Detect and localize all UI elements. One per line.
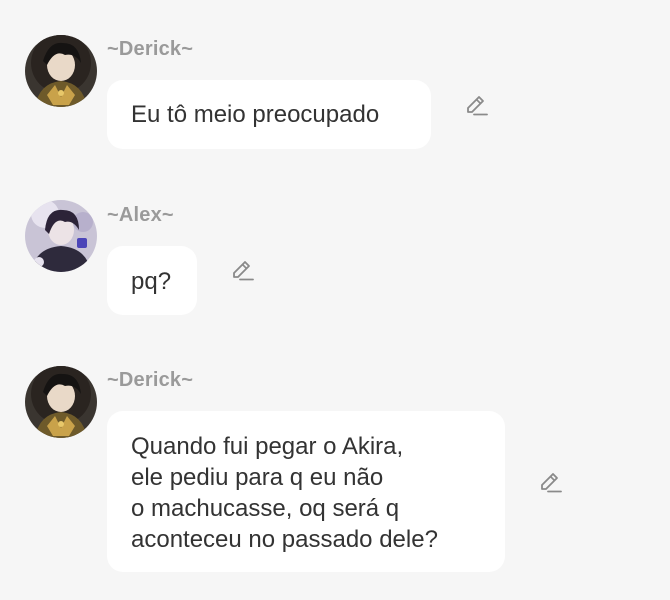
message-author: ~Derick~ (107, 38, 194, 60)
avatar[interactable] (25, 35, 97, 107)
pencil-edit-icon[interactable] (537, 470, 563, 496)
avatar-derick-icon (25, 35, 97, 107)
message-text-line: Quando fui pegar o Akira, (131, 433, 404, 460)
message-bubble: pq? (107, 246, 197, 315)
avatar[interactable] (25, 366, 97, 438)
pencil-edit-icon[interactable] (463, 93, 489, 119)
chat-thread: ~Derick~ Eu tô meio preocupado ~Alex~ pq… (0, 0, 670, 600)
message-author: ~Alex~ (107, 204, 174, 226)
message-text-line: ele pediu para q eu não (131, 464, 384, 491)
pencil-edit-icon[interactable] (229, 258, 255, 284)
message-bubble: Eu tô meio preocupado (107, 80, 431, 149)
message-bubble: Quando fui pegar o Akira, ele pediu para… (107, 411, 505, 572)
message-text-line: aconteceu no passado dele? (131, 526, 438, 553)
message-text-line: Eu tô meio preocupado (131, 101, 380, 128)
avatar-alex-icon (25, 200, 97, 272)
message-author: ~Derick~ (107, 369, 194, 391)
avatar-derick-icon (25, 366, 97, 438)
message-text-line: o machucasse, oq será q (131, 495, 400, 522)
message-text-line: pq? (131, 268, 172, 295)
avatar[interactable] (25, 200, 97, 272)
